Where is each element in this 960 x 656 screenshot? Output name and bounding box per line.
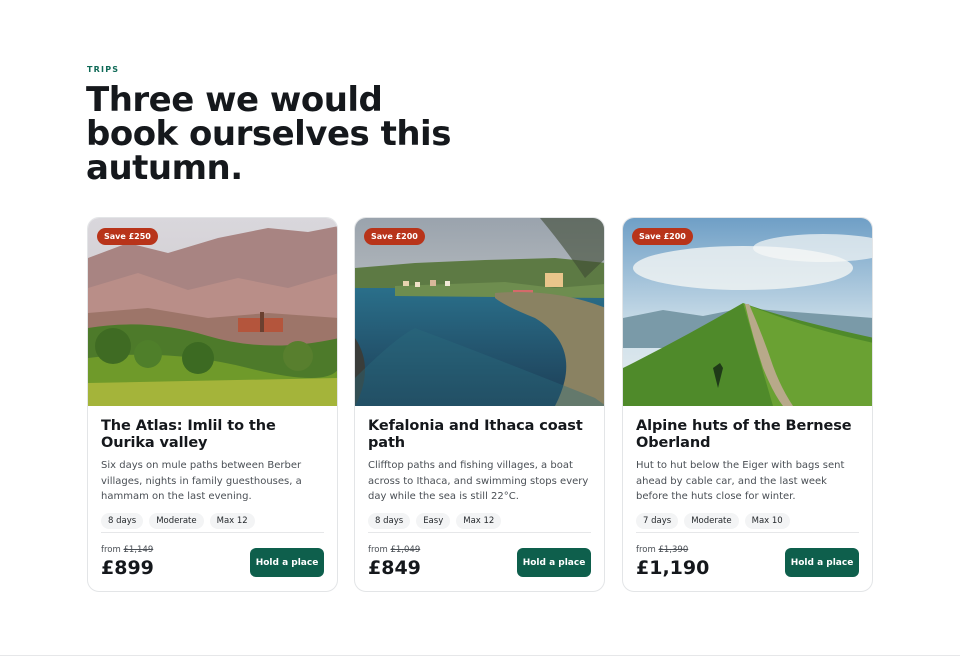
- card-footer: from £1,049 £849 Hold a place: [368, 532, 591, 591]
- discount-badge: Save £250: [97, 228, 158, 245]
- card-footer: from £1,149 £899 Hold a place: [101, 532, 324, 591]
- trip-description: Six days on mule paths between Berber vi…: [101, 460, 302, 502]
- hold-place-button[interactable]: Hold a place: [517, 548, 591, 577]
- current-price: £849: [368, 557, 421, 579]
- trip-cards: Save £250 The Atlas: Imlil to the Ourika…: [87, 217, 873, 592]
- old-price: £1,049: [390, 545, 421, 555]
- group-size-tag: Max 12: [209, 512, 255, 529]
- trip-tags: 7 days Moderate Max 10: [636, 512, 861, 529]
- trip-card[interactable]: Save £200 Alpine huts of the Bernese Obe…: [622, 217, 873, 592]
- duration-tag: 7 days: [636, 512, 679, 529]
- difficulty-tag: Moderate: [149, 512, 204, 529]
- trip-tags: 8 days Moderate Max 12: [101, 512, 326, 529]
- discount-badge: Save £200: [364, 228, 425, 245]
- discount-badge: Save £200: [632, 228, 693, 245]
- old-price: £1,149: [123, 545, 154, 555]
- trip-title[interactable]: Kefalonia and Ithaca coast path: [368, 418, 593, 452]
- trip-card[interactable]: Save £250 The Atlas: Imlil to the Ourika…: [87, 217, 338, 592]
- trip-description: Hut to hut below the Eiger with bags sen…: [636, 460, 845, 502]
- duration-tag: 8 days: [368, 512, 411, 529]
- trip-card[interactable]: Save £200 Kefalonia and Ithaca coast pat…: [354, 217, 605, 592]
- section-eyebrow: TRIPS: [87, 65, 120, 74]
- trip-photo: [623, 218, 872, 406]
- price-from: from £1,049: [368, 545, 420, 555]
- duration-tag: 8 days: [101, 512, 144, 529]
- card-footer: from £1,390 £1,190 Hold a place: [636, 532, 859, 591]
- price-from: from £1,149: [101, 545, 153, 555]
- trip-description: Clifftop paths and fishing villages, a b…: [368, 460, 589, 502]
- group-size-tag: Max 12: [456, 512, 502, 529]
- price-from: from £1,390: [636, 545, 688, 555]
- hold-place-button[interactable]: Hold a place: [250, 548, 324, 577]
- trip-photo: [355, 218, 604, 406]
- section-headline: Three we would book ourselves this autum…: [86, 80, 451, 188]
- current-price: £1,190: [636, 557, 710, 579]
- old-price: £1,390: [658, 545, 689, 555]
- trip-title[interactable]: The Atlas: Imlil to the Ourika valley: [101, 418, 326, 452]
- from-label: from: [368, 545, 388, 555]
- trip-tags: 8 days Easy Max 12: [368, 512, 593, 529]
- from-label: from: [636, 545, 656, 555]
- from-label: from: [101, 545, 121, 555]
- difficulty-tag: Moderate: [684, 512, 739, 529]
- group-size-tag: Max 10: [744, 512, 790, 529]
- trip-photo: [88, 218, 337, 406]
- current-price: £899: [101, 557, 154, 579]
- hold-place-button[interactable]: Hold a place: [785, 548, 859, 577]
- trip-title[interactable]: Alpine huts of the Bernese Oberland: [636, 418, 861, 452]
- difficulty-tag: Easy: [416, 512, 451, 529]
